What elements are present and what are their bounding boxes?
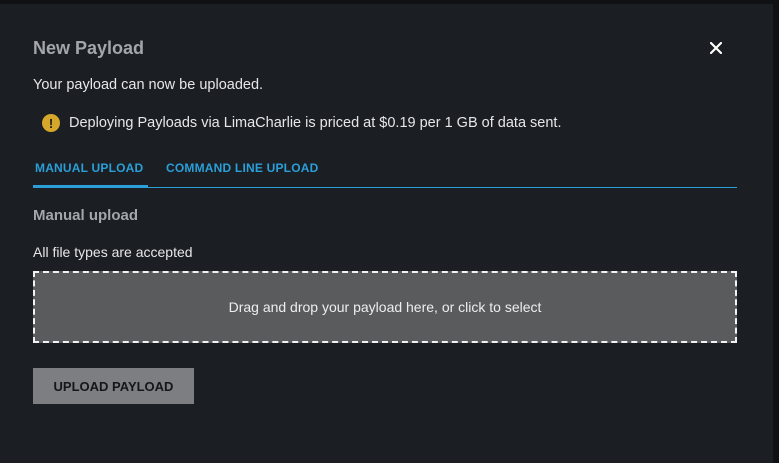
section-title: Manual upload (33, 207, 138, 224)
warning-icon: ! (42, 114, 60, 132)
close-button[interactable] (706, 38, 726, 58)
accepted-file-types-text: All file types are accepted (33, 244, 193, 260)
upload-payload-button[interactable]: UPLOAD PAYLOAD (33, 368, 194, 404)
pricing-notice-text: Deploying Payloads via LimaCharlie is pr… (69, 115, 562, 131)
dialog-subtitle: Your payload can now be uploaded. (33, 77, 264, 93)
new-payload-dialog: New Payload Your payload can now be uplo… (0, 4, 774, 463)
payload-dropzone[interactable]: Drag and drop your payload here, or clic… (33, 271, 737, 343)
upload-tabs: MANUAL UPLOAD COMMAND LINE UPLOAD (33, 154, 737, 188)
tab-manual-upload[interactable]: MANUAL UPLOAD (33, 154, 148, 187)
dropzone-label: Drag and drop your payload here, or clic… (228, 299, 542, 315)
tab-command-line-upload[interactable]: COMMAND LINE UPLOAD (166, 154, 318, 187)
pricing-notice: ! Deploying Payloads via LimaCharlie is … (42, 114, 561, 132)
close-icon (710, 42, 722, 54)
dialog-title: New Payload (33, 38, 145, 58)
